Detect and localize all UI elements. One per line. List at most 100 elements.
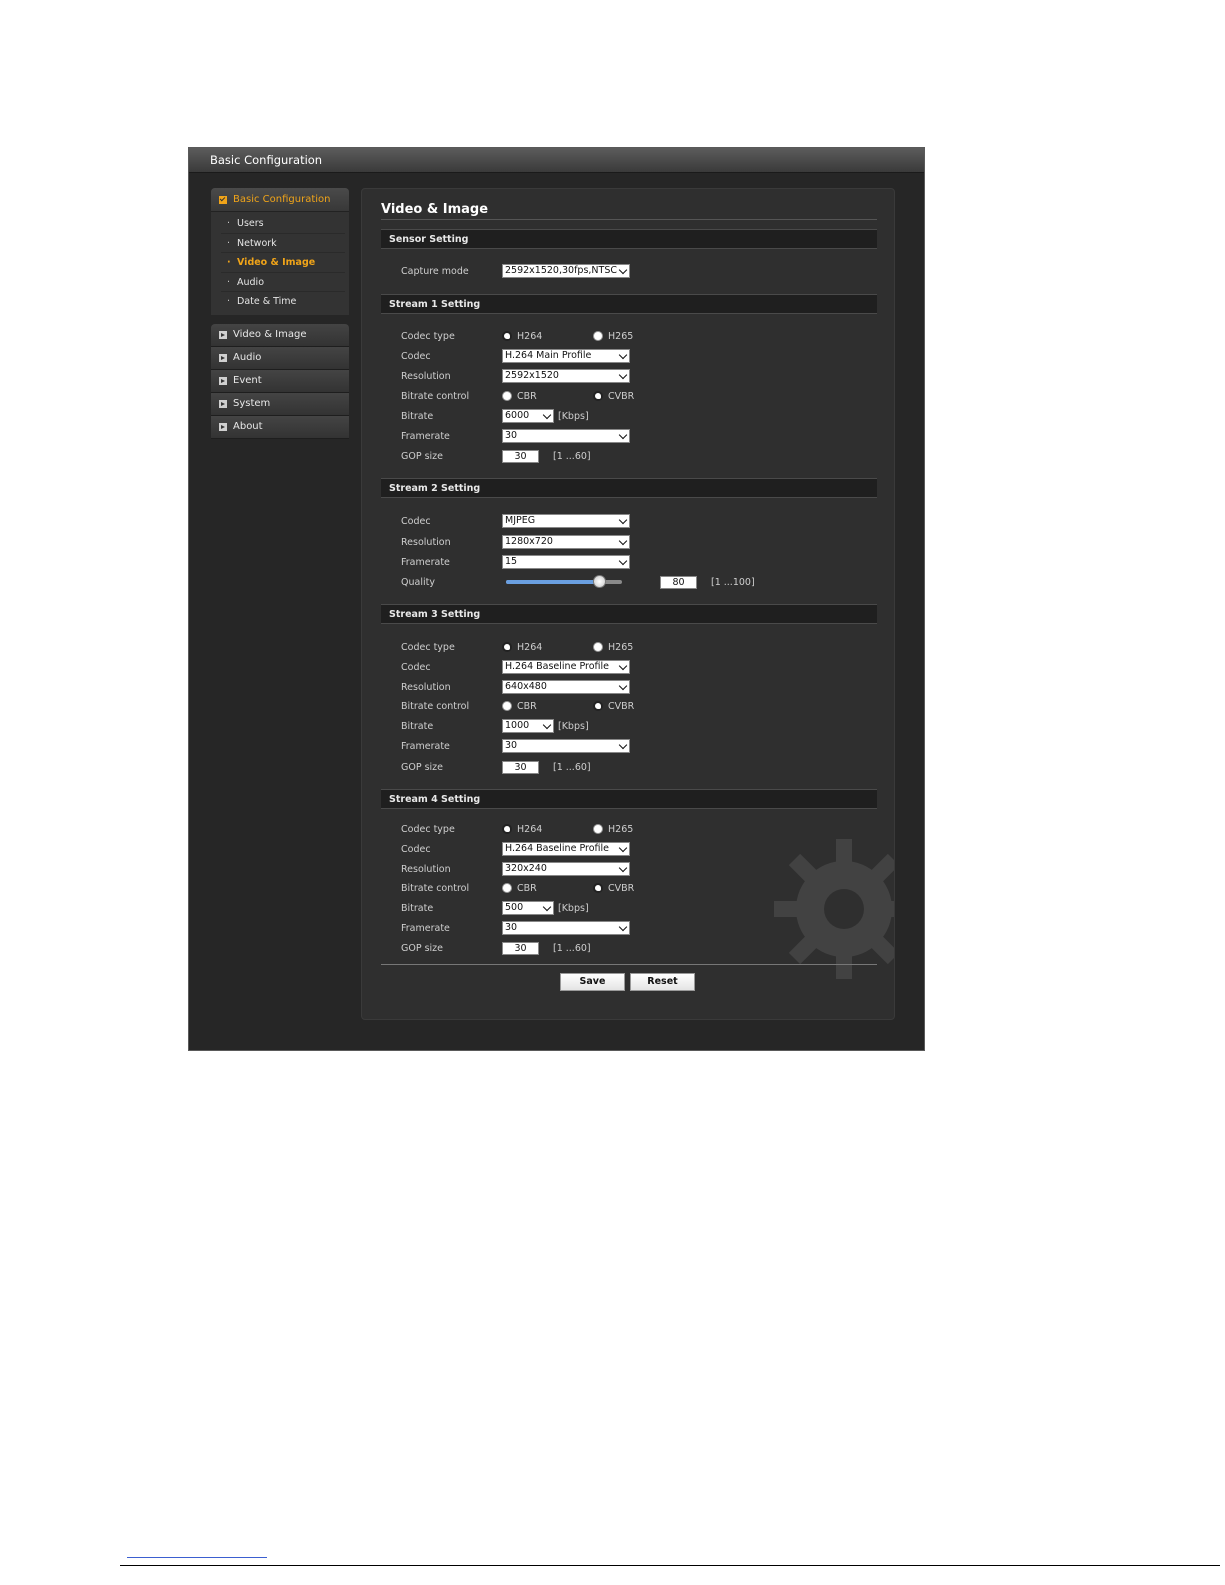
h264-label: H264 bbox=[517, 823, 543, 835]
sidebar-item-audio[interactable]: Audio bbox=[221, 273, 345, 293]
stream4-bitrate-row: Bitrate 500 [Kbps] bbox=[401, 900, 871, 916]
chevron-down-icon bbox=[542, 720, 552, 730]
chevron-down-icon bbox=[618, 922, 628, 932]
stream4-resolution-select[interactable]: 320x240 bbox=[502, 862, 630, 876]
cbr-label: CBR bbox=[517, 882, 537, 894]
stream1-codec-type-row: Codec type H264 H265 bbox=[401, 328, 871, 344]
stream2-resolution-select[interactable]: 1280x720 bbox=[502, 535, 630, 549]
stream1-resolution-select[interactable]: 2592x1520 bbox=[502, 369, 630, 383]
stream1-codec-value: H.264 Main Profile bbox=[505, 350, 592, 361]
stream1-framerate-row: Framerate 30 bbox=[401, 428, 871, 444]
nav-item-system[interactable]: System bbox=[211, 392, 349, 416]
stream4-resolution-row: Resolution 320x240 bbox=[401, 861, 871, 877]
framerate-label: Framerate bbox=[401, 430, 450, 442]
stream4-framerate-select[interactable]: 30 bbox=[502, 921, 630, 935]
chevron-down-icon bbox=[542, 902, 552, 912]
stream3-cvbr-radio[interactable]: CVBR bbox=[593, 701, 634, 712]
arrow-right-icon bbox=[219, 399, 227, 408]
bitrate-control-label: Bitrate control bbox=[401, 390, 470, 402]
save-button[interactable]: Save bbox=[560, 973, 625, 991]
gop-size-label: GOP size bbox=[401, 942, 444, 954]
arrow-right-icon bbox=[219, 330, 227, 339]
stream1-cbr-radio[interactable]: CBR bbox=[502, 391, 593, 402]
chevron-down-icon bbox=[618, 265, 628, 275]
nav-item-about[interactable]: About bbox=[211, 415, 349, 439]
resolution-label: Resolution bbox=[401, 536, 451, 548]
stream1-cvbr-radio[interactable]: CVBR bbox=[593, 391, 634, 402]
arrow-right-icon bbox=[219, 353, 227, 362]
nav-item-audio[interactable]: Audio bbox=[211, 346, 349, 370]
sidebar-item-network[interactable]: Network bbox=[221, 234, 345, 254]
chevron-down-icon bbox=[618, 863, 628, 873]
stream2-resolution-row: Resolution 1280x720 bbox=[401, 534, 871, 550]
configuration-window: Basic Configuration Basic Configuration … bbox=[188, 147, 925, 1051]
arrow-right-icon bbox=[219, 422, 227, 431]
stream3-h265-radio[interactable]: H265 bbox=[593, 642, 633, 653]
section-sensor-setting: Sensor Setting bbox=[381, 229, 877, 249]
radio-unselected-icon bbox=[502, 883, 512, 893]
stream2-codec-select[interactable]: MJPEG bbox=[502, 514, 630, 528]
slider-handle[interactable] bbox=[592, 575, 606, 588]
expand-check-icon bbox=[219, 195, 227, 204]
stream3-codec-row: Codec H.264 Baseline Profile bbox=[401, 659, 871, 675]
chevron-down-icon bbox=[618, 536, 628, 546]
stream1-gop-row: GOP size 30 [1 ...60] bbox=[401, 448, 871, 464]
stream4-h264-radio[interactable]: H264 bbox=[502, 824, 593, 835]
stream2-quality-input[interactable]: 80 bbox=[660, 575, 697, 589]
stream1-codec-row: Codec H.264 Main Profile bbox=[401, 348, 871, 364]
stream3-framerate-select[interactable]: 30 bbox=[502, 739, 630, 753]
stream1-h265-radio[interactable]: H265 bbox=[593, 331, 633, 342]
stream3-codec-select[interactable]: H.264 Baseline Profile bbox=[502, 660, 630, 674]
sidebar-group-header[interactable]: Basic Configuration bbox=[211, 188, 349, 212]
stream4-codec-value: H.264 Baseline Profile bbox=[505, 843, 609, 854]
chevron-down-icon bbox=[618, 556, 628, 566]
stream1-framerate-select[interactable]: 30 bbox=[502, 429, 630, 443]
stream3-bitrate-select[interactable]: 1000 bbox=[502, 719, 554, 733]
sidebar-nav-list: Video & Image Audio Event System About bbox=[211, 323, 349, 439]
stream3-gop-input[interactable]: 30 bbox=[502, 760, 539, 774]
stream1-codec-select[interactable]: H.264 Main Profile bbox=[502, 349, 630, 363]
stream1-bitrate-select[interactable]: 6000 bbox=[502, 409, 554, 423]
framerate-label: Framerate bbox=[401, 740, 450, 752]
resolution-label: Resolution bbox=[401, 681, 451, 693]
stream2-framerate-row: Framerate 15 bbox=[401, 554, 871, 570]
stream2-resolution-value: 1280x720 bbox=[505, 536, 553, 547]
stream1-gop-input[interactable]: 30 bbox=[502, 449, 539, 463]
capture-mode-select[interactable]: 2592x1520,30fps,NTSC bbox=[502, 264, 630, 278]
stream3-cbr-radio[interactable]: CBR bbox=[502, 701, 593, 712]
nav-item-video-image[interactable]: Video & Image bbox=[211, 323, 349, 347]
stream4-framerate-row: Framerate 30 bbox=[401, 920, 871, 936]
stream4-gop-input[interactable]: 30 bbox=[502, 941, 539, 955]
arrow-right-icon bbox=[219, 376, 227, 385]
stream3-resolution-select[interactable]: 640x480 bbox=[502, 680, 630, 694]
sidebar-item-users[interactable]: Users bbox=[221, 214, 345, 234]
stream4-cvbr-radio[interactable]: CVBR bbox=[593, 883, 634, 894]
bitrate-label: Bitrate bbox=[401, 902, 434, 914]
stream4-h265-radio[interactable]: H265 bbox=[593, 824, 633, 835]
gop-range-hint: [1 ...60] bbox=[553, 761, 591, 773]
stream2-quality-slider[interactable] bbox=[506, 575, 622, 588]
resolution-label: Resolution bbox=[401, 370, 451, 382]
codec-label: Codec bbox=[401, 515, 431, 527]
bitrate-control-label: Bitrate control bbox=[401, 882, 470, 894]
stream3-h264-radio[interactable]: H264 bbox=[502, 642, 593, 653]
stream1-h264-radio[interactable]: H264 bbox=[502, 331, 593, 342]
sidebar-group-basic-configuration: Basic Configuration Users Network Video … bbox=[211, 188, 349, 315]
sidebar-item-date-time[interactable]: Date & Time bbox=[221, 292, 345, 312]
radio-selected-icon bbox=[502, 642, 512, 652]
reset-button[interactable]: Reset bbox=[630, 973, 695, 991]
section-stream1-setting: Stream 1 Setting bbox=[381, 294, 877, 314]
chevron-down-icon bbox=[618, 370, 628, 380]
sidebar-item-video-image[interactable]: Video & Image bbox=[221, 253, 345, 273]
stream4-codec-select[interactable]: H.264 Baseline Profile bbox=[502, 842, 630, 856]
stream4-cbr-radio[interactable]: CBR bbox=[502, 883, 593, 894]
kbps-unit: [Kbps] bbox=[558, 902, 589, 914]
codec-type-label: Codec type bbox=[401, 330, 455, 342]
stream3-codec-type-row: Codec type H264 H265 bbox=[401, 639, 871, 655]
h265-label: H265 bbox=[608, 330, 634, 342]
stream4-bitrate-select[interactable]: 500 bbox=[502, 901, 554, 915]
bitrate-label: Bitrate bbox=[401, 410, 434, 422]
stream2-framerate-select[interactable]: 15 bbox=[502, 555, 630, 569]
nav-item-event[interactable]: Event bbox=[211, 369, 349, 393]
sidebar-sub-list: Users Network Video & Image Audio Date &… bbox=[211, 212, 349, 315]
